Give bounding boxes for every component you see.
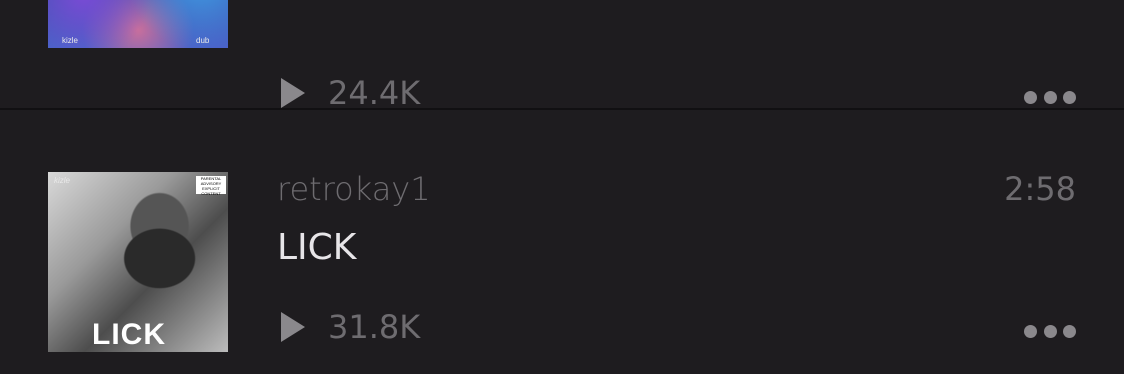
more-icon: [1063, 324, 1076, 338]
track-row[interactable]: kizle PARENTAL ADVISORY EXPLICIT CONTENT…: [0, 110, 1124, 374]
track-artwork[interactable]: kizle dub: [48, 0, 228, 48]
artwork-title-text: dub: [196, 36, 210, 45]
more-icon: [1043, 324, 1057, 338]
artwork-title-text: LICK: [92, 318, 166, 351]
play-count-value: 31.8K: [328, 308, 421, 346]
more-icon: [1024, 324, 1037, 338]
play-count[interactable]: 24.4K: [281, 74, 420, 112]
track-list: kizle dub 24.4K kizle PARENTAL ADVISORY …: [0, 0, 1124, 374]
more-icon: [1024, 90, 1037, 104]
more-options-button[interactable]: [1024, 324, 1076, 338]
more-options-button[interactable]: [1024, 90, 1076, 104]
track-artwork[interactable]: kizle PARENTAL ADVISORY EXPLICIT CONTENT…: [48, 172, 228, 352]
play-count-value: 24.4K: [328, 74, 421, 112]
track-duration: 2:58: [1004, 170, 1076, 208]
play-count[interactable]: 31.8K: [281, 308, 420, 346]
track-user[interactable]: retrokay1: [277, 170, 431, 208]
parental-advisory-label: PARENTAL ADVISORY EXPLICIT CONTENT: [196, 176, 226, 196]
play-icon[interactable]: [281, 312, 305, 342]
track-row[interactable]: kizle dub 24.4K: [0, 0, 1124, 112]
track-title[interactable]: LICK: [277, 227, 356, 268]
artwork-artist-text: kizle: [54, 176, 71, 185]
more-icon: [1043, 90, 1057, 104]
artwork-artist-text: kizle: [62, 36, 79, 45]
more-icon: [1063, 90, 1076, 104]
play-icon[interactable]: [281, 78, 305, 108]
